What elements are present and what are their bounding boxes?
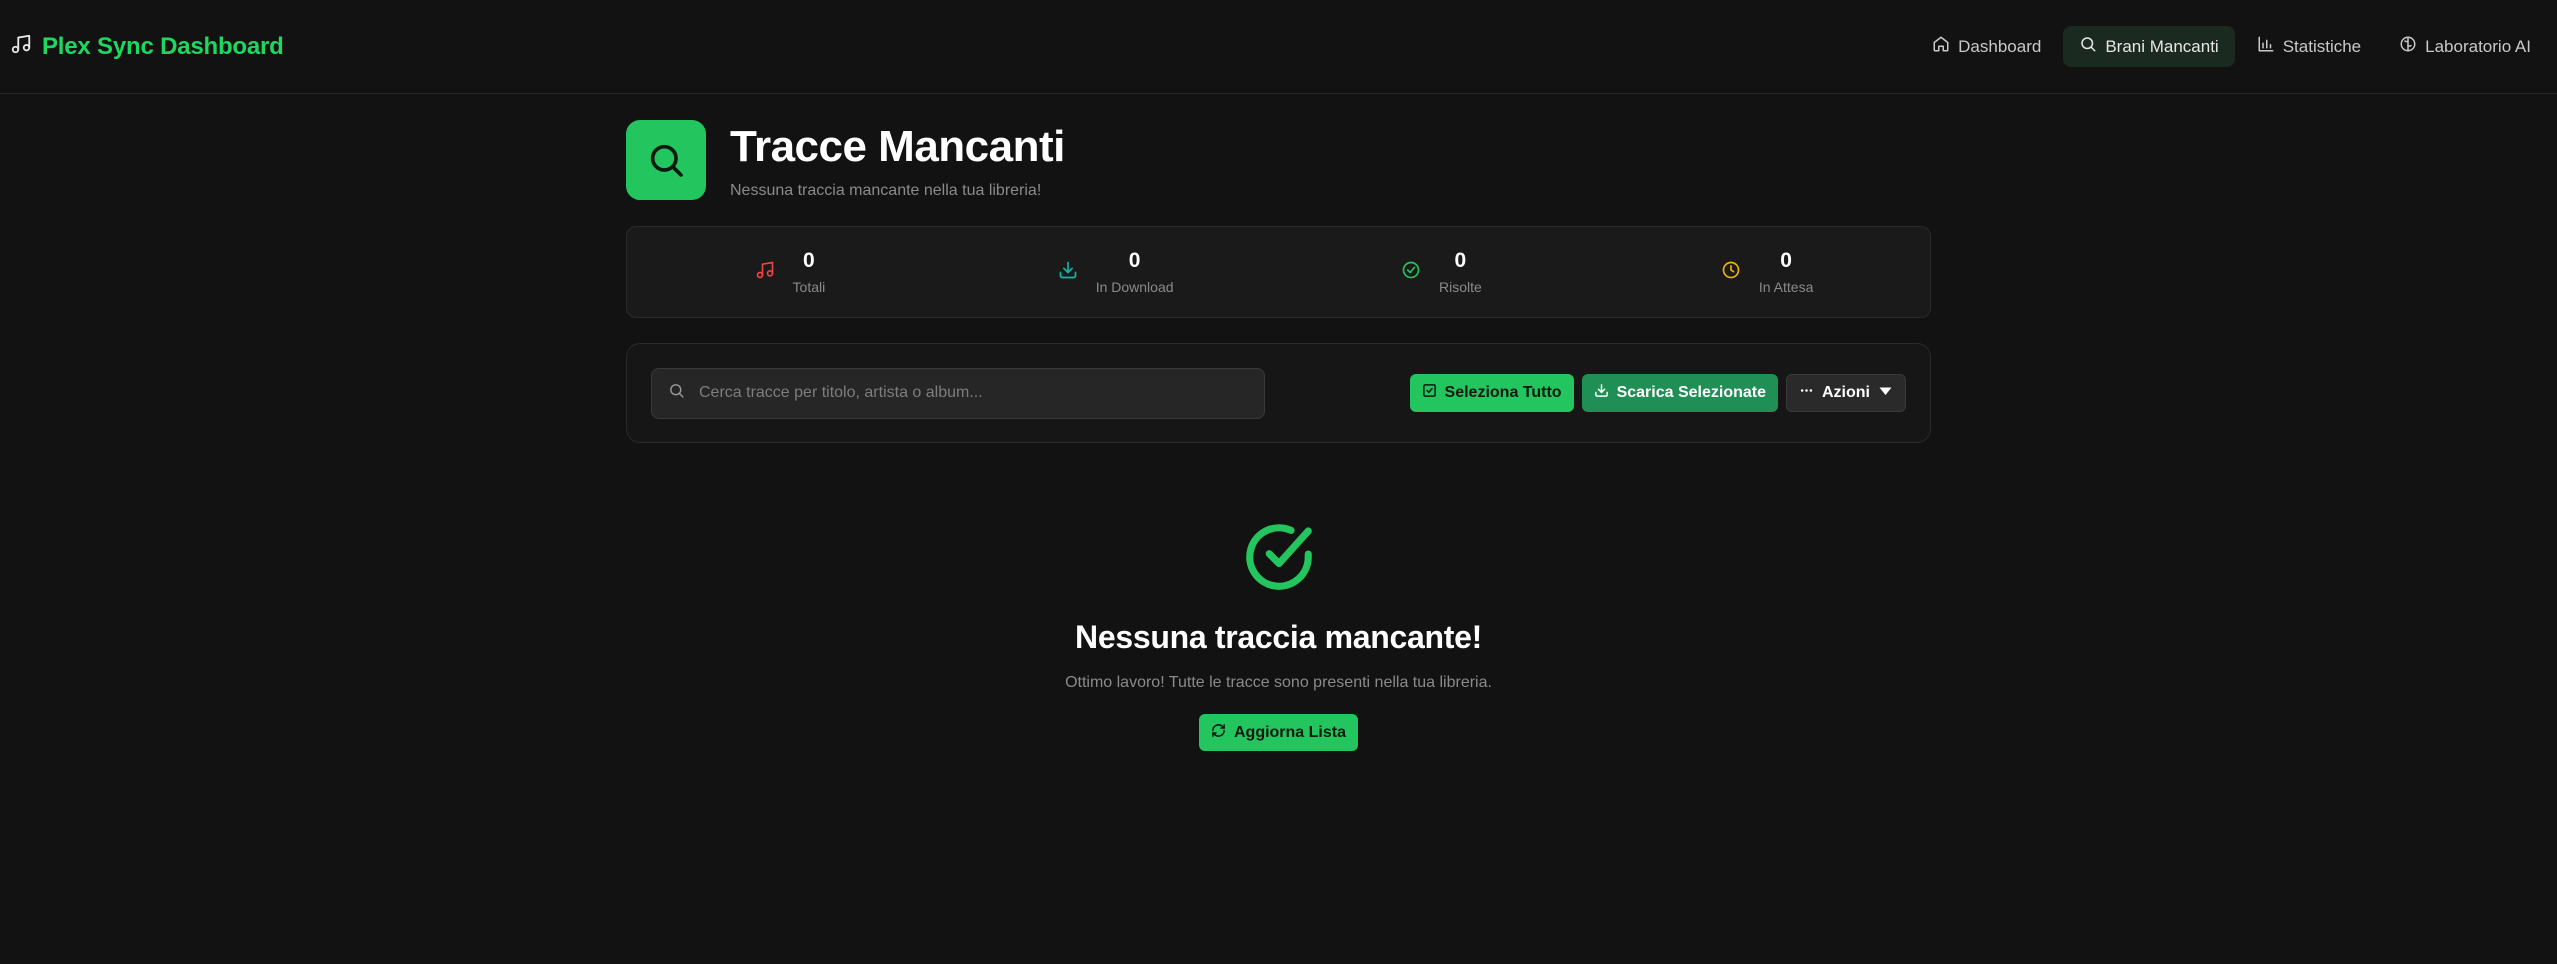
home-icon — [1932, 35, 1950, 58]
search-icon — [668, 382, 685, 404]
stat-label: In Attesa — [1758, 279, 1814, 295]
nav-item-label: Brani Mancanti — [2105, 36, 2219, 56]
stat-label: Totali — [792, 279, 826, 295]
ellipsis-icon — [1799, 383, 1814, 403]
download-selected-label: Scarica Selezionate — [1616, 384, 1766, 401]
main-nav: Dashboard Brani Mancanti Statistiche Lab… — [1916, 26, 2547, 67]
nav-item-laboratorio-ai[interactable]: Laboratorio AI — [2383, 26, 2547, 67]
actions-dropdown-button[interactable]: Azioni — [1786, 374, 1906, 412]
refresh-label: Aggiorna Lista — [1233, 723, 1346, 741]
stat-totali: 0 Totali — [627, 227, 953, 317]
nav-item-statistiche[interactable]: Statistiche — [2241, 26, 2377, 67]
music-note-icon — [10, 33, 32, 60]
page-subtitle: Nessuna traccia mancante nella tua libre… — [730, 182, 1042, 199]
page-header: Tracce Mancanti Nessuna traccia mancante… — [626, 120, 1065, 200]
empty-state-title: Nessuna traccia mancante! — [1075, 619, 1482, 655]
refresh-list-button[interactable]: Aggiorna Lista — [1198, 714, 1358, 751]
top-navbar: Plex Sync Dashboard Dashboard Brani Manc… — [0, 0, 2557, 94]
bar-chart-icon — [2257, 35, 2275, 58]
stat-in-attesa: 0 In Attesa — [1604, 227, 1930, 317]
select-all-button[interactable]: Seleziona Tutto — [1409, 374, 1574, 412]
nav-item-label: Dashboard — [1958, 36, 2042, 56]
page-title: Tracce Mancanti — [730, 122, 1065, 171]
check-circle-icon — [1240, 518, 1318, 601]
actions-label: Azioni — [1822, 384, 1870, 401]
empty-state: Nessuna traccia mancante! Ottimo lavoro!… — [626, 518, 1931, 751]
nav-item-dashboard[interactable]: Dashboard — [1916, 26, 2057, 67]
brain-icon — [2399, 35, 2417, 58]
refresh-icon — [1211, 723, 1226, 743]
search-input[interactable] — [699, 384, 1248, 402]
nav-item-label: Laboratorio AI — [2425, 36, 2531, 56]
toolbar-card: Seleziona Tutto Scarica Selezionate Azio… — [626, 343, 1931, 443]
brand[interactable]: Plex Sync Dashboard — [10, 33, 284, 61]
stat-risolte: 0 Risolte — [1279, 227, 1605, 317]
stat-value: 0 — [1454, 249, 1467, 272]
search-icon — [2079, 35, 2097, 58]
stat-value: 0 — [1780, 249, 1792, 272]
search-icon — [626, 120, 706, 200]
stat-label: In Download — [1095, 279, 1174, 295]
caret-down-icon — [1878, 383, 1893, 403]
download-selected-button[interactable]: Scarica Selezionate — [1581, 374, 1778, 412]
stats-card: 0 Totali 0 In Download 0 Risolte 0 In At… — [626, 226, 1931, 318]
checkbox-icon — [1422, 383, 1437, 403]
search-box[interactable] — [651, 367, 1265, 419]
download-icon — [1058, 260, 1078, 285]
nav-item-brani-mancanti[interactable]: Brani Mancanti — [2063, 26, 2235, 67]
select-all-label: Seleziona Tutto — [1444, 384, 1562, 401]
stat-value: 0 — [1128, 249, 1141, 272]
nav-item-label: Statistiche — [2282, 36, 2362, 56]
brand-title: Plex Sync Dashboard — [42, 32, 284, 60]
stat-in-download: 0 In Download — [953, 227, 1279, 317]
toolbar-actions: Seleziona Tutto Scarica Selezionate Azio… — [1409, 374, 1906, 412]
download-icon — [1594, 383, 1609, 403]
check-circle-icon — [1401, 260, 1421, 285]
stat-value: 0 — [803, 249, 815, 272]
empty-state-text: Ottimo lavoro! Tutte le tracce sono pres… — [1065, 674, 1492, 691]
clock-icon — [1721, 260, 1741, 285]
music-note-icon — [755, 260, 775, 285]
stat-label: Risolte — [1438, 279, 1482, 295]
